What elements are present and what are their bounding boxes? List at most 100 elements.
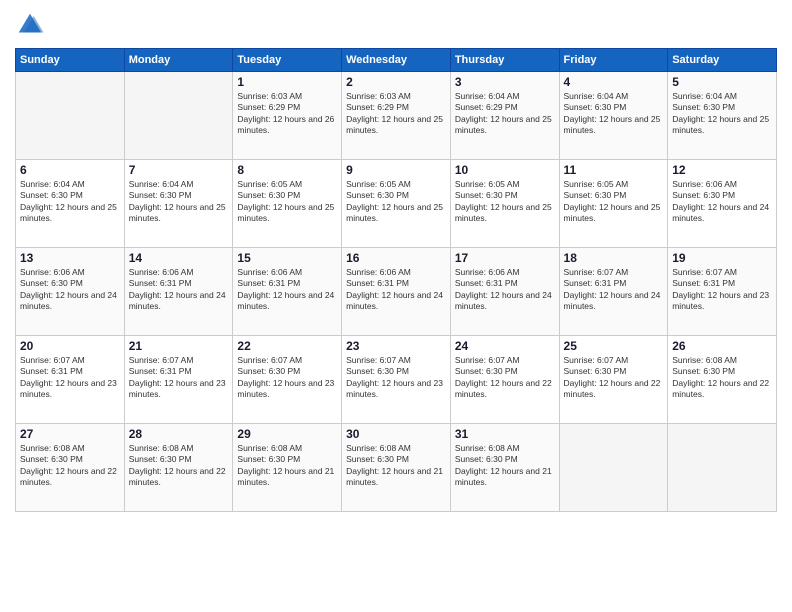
day-number: 13 [20, 251, 120, 265]
calendar-body: 1 Sunrise: 6:03 AMSunset: 6:29 PMDaylight… [16, 72, 777, 512]
day-number: 1 [237, 75, 337, 89]
day-number: 24 [455, 339, 555, 353]
day-number: 16 [346, 251, 446, 265]
day-number: 19 [672, 251, 772, 265]
day-info: Sunrise: 6:08 AMSunset: 6:30 PMDaylight:… [455, 443, 555, 489]
calendar-cell: 30 Sunrise: 6:08 AMSunset: 6:30 PMDayligh… [342, 424, 451, 512]
calendar-cell: 29 Sunrise: 6:08 AMSunset: 6:30 PMDayligh… [233, 424, 342, 512]
calendar-cell: 20 Sunrise: 6:07 AMSunset: 6:31 PMDayligh… [16, 336, 125, 424]
calendar-cell: 26Sunrise: 6:08 AMSunset: 6:30 PMDayligh… [668, 336, 777, 424]
day-info: Sunrise: 6:07 AMSunset: 6:31 PMDaylight:… [564, 267, 664, 313]
calendar-cell: 7Sunrise: 6:04 AMSunset: 6:30 PMDaylight… [124, 160, 233, 248]
day-info: Sunrise: 6:08 AMSunset: 6:30 PMDaylight:… [129, 443, 229, 489]
day-number: 7 [129, 163, 229, 177]
day-info: Sunrise: 6:08 AMSunset: 6:30 PMDaylight:… [346, 443, 446, 489]
calendar-cell: 1 Sunrise: 6:03 AMSunset: 6:29 PMDaylight… [233, 72, 342, 160]
calendar-cell: 31 Sunrise: 6:08 AMSunset: 6:30 PMDayligh… [450, 424, 559, 512]
calendar-cell: 24 Sunrise: 6:07 AMSunset: 6:30 PMDayligh… [450, 336, 559, 424]
day-info: Sunrise: 6:08 AMSunset: 6:30 PMDaylight:… [237, 443, 337, 489]
day-number: 25 [564, 339, 664, 353]
day-info: Sunrise: 6:06 AMSunset: 6:30 PMDaylight:… [20, 267, 120, 313]
day-number: 11 [564, 163, 664, 177]
day-info: Sunrise: 6:05 AMSunset: 6:30 PMDaylight:… [564, 179, 664, 225]
day-number: 3 [455, 75, 555, 89]
calendar-cell: 11 Sunrise: 6:05 AMSunset: 6:30 PMDayligh… [559, 160, 668, 248]
col-friday: Friday [559, 49, 668, 72]
day-number: 29 [237, 427, 337, 441]
calendar-cell: 21Sunrise: 6:07 AMSunset: 6:31 PMDayligh… [124, 336, 233, 424]
calendar-header: Sunday Monday Tuesday Wednesday Thursday… [16, 49, 777, 72]
day-info: Sunrise: 6:04 AMSunset: 6:30 PMDaylight:… [20, 179, 120, 225]
calendar-cell: 3 Sunrise: 6:04 AMSunset: 6:29 PMDaylight… [450, 72, 559, 160]
day-number: 4 [564, 75, 664, 89]
day-info: Sunrise: 6:04 AMSunset: 6:30 PMDaylight:… [672, 91, 772, 137]
calendar-cell: 6Sunrise: 6:04 AMSunset: 6:30 PMDaylight… [16, 160, 125, 248]
day-number: 17 [455, 251, 555, 265]
calendar-table: Sunday Monday Tuesday Wednesday Thursday… [15, 48, 777, 512]
logo [15, 10, 49, 40]
calendar-cell [124, 72, 233, 160]
day-info: Sunrise: 6:05 AMSunset: 6:30 PMDaylight:… [455, 179, 555, 225]
col-saturday: Saturday [668, 49, 777, 72]
day-info: Sunrise: 6:08 AMSunset: 6:30 PMDaylight:… [20, 443, 120, 489]
page: Sunday Monday Tuesday Wednesday Thursday… [0, 0, 792, 612]
day-number: 15 [237, 251, 337, 265]
day-number: 31 [455, 427, 555, 441]
day-number: 20 [20, 339, 120, 353]
day-number: 9 [346, 163, 446, 177]
day-number: 18 [564, 251, 664, 265]
col-thursday: Thursday [450, 49, 559, 72]
day-info: Sunrise: 6:06 AMSunset: 6:30 PMDaylight:… [672, 179, 772, 225]
day-info: Sunrise: 6:07 AMSunset: 6:31 PMDaylight:… [129, 355, 229, 401]
day-info: Sunrise: 6:05 AMSunset: 6:30 PMDaylight:… [346, 179, 446, 225]
calendar-cell: 23 Sunrise: 6:07 AMSunset: 6:30 PMDayligh… [342, 336, 451, 424]
calendar-cell [559, 424, 668, 512]
day-info: Sunrise: 6:06 AMSunset: 6:31 PMDaylight:… [129, 267, 229, 313]
day-number: 23 [346, 339, 446, 353]
day-number: 28 [129, 427, 229, 441]
calendar-week-4: 20 Sunrise: 6:07 AMSunset: 6:31 PMDayligh… [16, 336, 777, 424]
logo-icon [15, 10, 45, 40]
calendar-cell: 5 Sunrise: 6:04 AMSunset: 6:30 PMDaylight… [668, 72, 777, 160]
col-wednesday: Wednesday [342, 49, 451, 72]
col-sunday: Sunday [16, 49, 125, 72]
calendar-cell: 2Sunrise: 6:03 AMSunset: 6:29 PMDaylight… [342, 72, 451, 160]
day-info: Sunrise: 6:06 AMSunset: 6:31 PMDaylight:… [346, 267, 446, 313]
calendar-cell: 22 Sunrise: 6:07 AMSunset: 6:30 PMDayligh… [233, 336, 342, 424]
day-info: Sunrise: 6:08 AMSunset: 6:30 PMDaylight:… [672, 355, 772, 401]
day-number: 30 [346, 427, 446, 441]
day-number: 8 [237, 163, 337, 177]
day-number: 10 [455, 163, 555, 177]
calendar-cell [16, 72, 125, 160]
calendar-cell: 13 Sunrise: 6:06 AMSunset: 6:30 PMDayligh… [16, 248, 125, 336]
header-row: Sunday Monday Tuesday Wednesday Thursday… [16, 49, 777, 72]
day-info: Sunrise: 6:04 AMSunset: 6:29 PMDaylight:… [455, 91, 555, 137]
calendar-cell: 18 Sunrise: 6:07 AMSunset: 6:31 PMDayligh… [559, 248, 668, 336]
day-info: Sunrise: 6:07 AMSunset: 6:30 PMDaylight:… [237, 355, 337, 401]
calendar-cell: 16 Sunrise: 6:06 AMSunset: 6:31 PMDayligh… [342, 248, 451, 336]
calendar-cell: 4Sunrise: 6:04 AMSunset: 6:30 PMDaylight… [559, 72, 668, 160]
day-number: 22 [237, 339, 337, 353]
header [15, 10, 777, 40]
day-info: Sunrise: 6:07 AMSunset: 6:30 PMDaylight:… [346, 355, 446, 401]
day-number: 2 [346, 75, 446, 89]
day-number: 14 [129, 251, 229, 265]
calendar-week-2: 6Sunrise: 6:04 AMSunset: 6:30 PMDaylight… [16, 160, 777, 248]
calendar-cell: 9 Sunrise: 6:05 AMSunset: 6:30 PMDaylight… [342, 160, 451, 248]
calendar-cell: 28 Sunrise: 6:08 AMSunset: 6:30 PMDayligh… [124, 424, 233, 512]
col-tuesday: Tuesday [233, 49, 342, 72]
calendar-week-5: 27Sunrise: 6:08 AMSunset: 6:30 PMDayligh… [16, 424, 777, 512]
day-info: Sunrise: 6:05 AMSunset: 6:30 PMDaylight:… [237, 179, 337, 225]
calendar-cell [668, 424, 777, 512]
calendar-cell: 17 Sunrise: 6:06 AMSunset: 6:31 PMDayligh… [450, 248, 559, 336]
day-number: 12 [672, 163, 772, 177]
day-info: Sunrise: 6:06 AMSunset: 6:31 PMDaylight:… [455, 267, 555, 313]
day-info: Sunrise: 6:07 AMSunset: 6:31 PMDaylight:… [20, 355, 120, 401]
day-info: Sunrise: 6:07 AMSunset: 6:30 PMDaylight:… [564, 355, 664, 401]
day-info: Sunrise: 6:06 AMSunset: 6:31 PMDaylight:… [237, 267, 337, 313]
day-info: Sunrise: 6:07 AMSunset: 6:30 PMDaylight:… [455, 355, 555, 401]
calendar-cell: 25 Sunrise: 6:07 AMSunset: 6:30 PMDayligh… [559, 336, 668, 424]
day-number: 5 [672, 75, 772, 89]
day-info: Sunrise: 6:03 AMSunset: 6:29 PMDaylight:… [237, 91, 337, 137]
calendar-cell: 19Sunrise: 6:07 AMSunset: 6:31 PMDayligh… [668, 248, 777, 336]
